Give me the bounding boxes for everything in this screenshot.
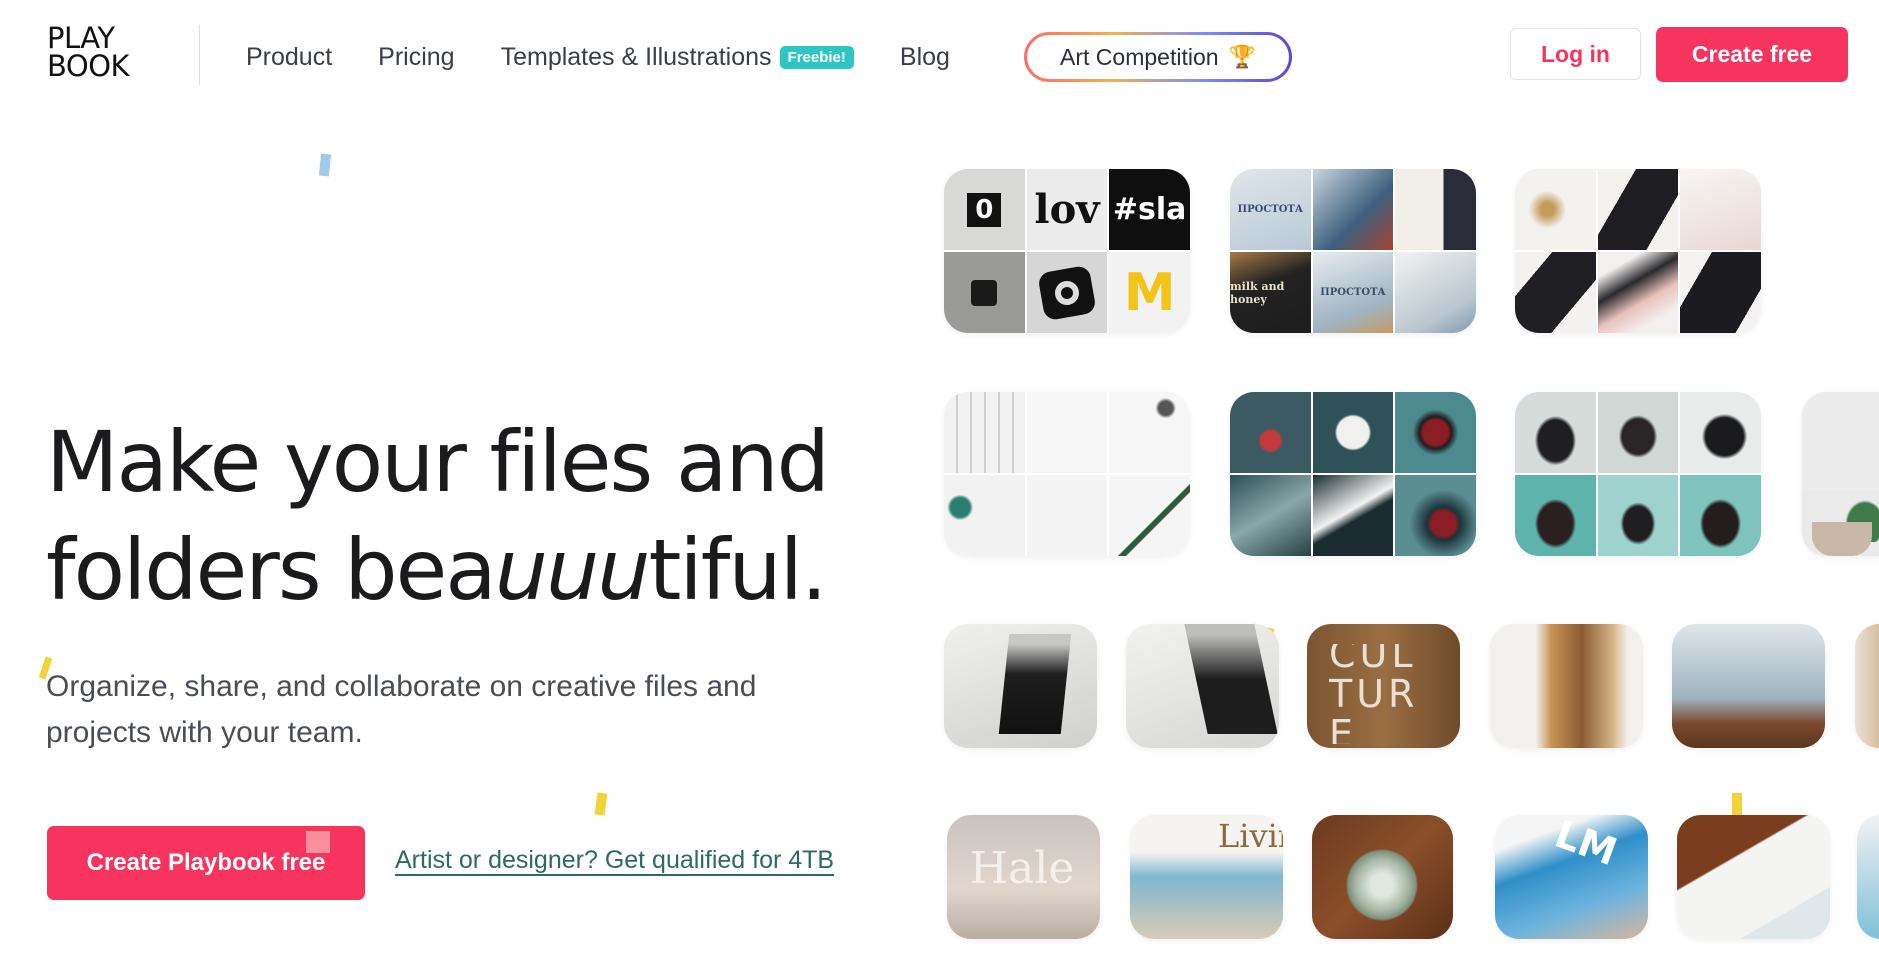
photo-tile-livin[interactable]: Livin <box>1130 815 1283 939</box>
tile-cell <box>1026 475 1108 556</box>
art-competition-inner: Art Competition 🏆 <box>1027 35 1289 79</box>
tile-cell <box>1597 169 1679 250</box>
photo-tile-culture[interactable]: CULTURE <box>1307 624 1460 748</box>
tile-cell <box>1597 475 1679 556</box>
photo-tile-partial-4[interactable] <box>1857 815 1879 939</box>
tile-cell-text: lov <box>1034 186 1100 233</box>
confetti-yellow-4 <box>1732 793 1742 815</box>
photo-tile-lm[interactable]: LM <box>1495 815 1648 939</box>
create-free-button[interactable]: Create free <box>1656 27 1848 82</box>
magazine-photo <box>998 634 1072 734</box>
tile-cell: 0 <box>944 169 1025 250</box>
culture-text: CULTURE <box>1329 644 1419 744</box>
nav-templates[interactable]: Templates & Illustrations <box>501 43 772 72</box>
tile-cell <box>1395 252 1476 333</box>
photo-tile-tree[interactable] <box>1672 624 1825 748</box>
photo-tile-partial-3[interactable] <box>1855 624 1879 748</box>
tile-cell <box>1312 475 1394 556</box>
photo-tile-people[interactable] <box>1490 624 1643 748</box>
site-header: PLAY BOOK Product Pricing Templates & Il… <box>0 0 1879 110</box>
magazine-photo <box>1184 624 1278 734</box>
tile-cell <box>1395 169 1476 250</box>
photo-tile-magazine-1[interactable] <box>944 624 1097 748</box>
apple-icon <box>944 252 1025 333</box>
tile-cell <box>1515 392 1596 473</box>
tile-cell <box>1395 475 1476 556</box>
logo-line-2: BOOK <box>47 49 130 83</box>
lm-text: LM <box>1549 815 1623 875</box>
confetti-yellow-2 <box>594 792 608 816</box>
folder-tile-books[interactable]: ПРОСТОТА milk and honey ПРОСТОТА <box>1230 169 1476 333</box>
tile-cell-text: #sla <box>1112 192 1187 227</box>
hero-subtitle: Organize, share, and collaborate on crea… <box>46 670 757 749</box>
photo-tile-succulent[interactable] <box>1312 815 1453 939</box>
tile-cell: M <box>1109 252 1190 333</box>
tile-cell <box>1680 475 1761 556</box>
folder-tile-notebooks[interactable] <box>1515 169 1761 333</box>
main-nav: Product Pricing Templates & Illustration… <box>246 40 996 74</box>
trophy-icon: 🏆 <box>1228 44 1256 69</box>
header-divider <box>199 25 200 85</box>
tile-cell <box>1515 475 1596 556</box>
tile-cell <box>1395 392 1476 473</box>
tile-cell <box>1680 169 1761 250</box>
tile-cell <box>1026 392 1108 473</box>
photo-tile-hale[interactable]: Hale <box>947 815 1100 939</box>
folder-tile-teal[interactable] <box>1230 392 1476 556</box>
pot-icon <box>1812 522 1872 556</box>
login-button[interactable]: Log in <box>1510 28 1641 80</box>
confetti-blue <box>318 153 332 177</box>
photo-tile-wood[interactable] <box>1677 815 1830 939</box>
tile-cell <box>1230 392 1311 473</box>
tile-cell <box>1680 252 1761 333</box>
tile-cell <box>1230 475 1311 556</box>
folder-tile-plant-partial[interactable] <box>1802 392 1879 556</box>
tile-cell <box>1515 252 1596 333</box>
tile-cell-text: milk and honey <box>1230 279 1285 306</box>
folder-tile-desk[interactable] <box>944 392 1190 556</box>
tile-cell <box>1515 169 1596 250</box>
hale-text: Hale <box>969 842 1075 894</box>
succulent-icon <box>1342 845 1422 925</box>
tile-cell <box>1597 392 1679 473</box>
tile-cell <box>1312 392 1394 473</box>
nav-pricing[interactable]: Pricing <box>378 43 454 72</box>
nav-blog[interactable]: Blog <box>900 43 950 72</box>
photo-tile-magazine-2[interactable] <box>1126 624 1279 748</box>
hero-title-line-2a: folders bea <box>46 521 497 619</box>
livin-text: Livin <box>1218 817 1283 855</box>
artist-qualify-link[interactable]: Artist or designer? Get qualified for 4T… <box>395 846 834 875</box>
hero-title-line-1: Make your files and <box>46 413 830 511</box>
tile-cell <box>1312 169 1394 250</box>
freebie-badge: Freebie! <box>779 45 854 69</box>
tile-cell-text: 0 <box>967 192 1002 227</box>
tile-cell <box>1109 475 1190 556</box>
tile-cell: lov <box>1026 169 1108 250</box>
logo-line-1: PLAY <box>47 21 115 55</box>
tile-cell <box>1109 392 1190 473</box>
tile-cell <box>1680 392 1761 473</box>
tile-cell: ПРОСТОТА <box>1312 252 1394 333</box>
keyboard-icon <box>944 392 1025 473</box>
playbook-logo[interactable]: PLAY BOOK <box>47 21 130 83</box>
tile-cell <box>1597 252 1679 333</box>
hero-title-line-2c: tiful. <box>648 521 828 619</box>
confetti-pink-cta <box>306 831 330 853</box>
tile-cell <box>944 475 1025 556</box>
art-competition-label: Art Competition <box>1060 43 1219 70</box>
tile-cell: milk and honey <box>1230 252 1311 333</box>
tile-cell-text: ПРОСТОТА <box>1237 204 1304 215</box>
tile-cell: ПРОСТОТА <box>1230 169 1311 250</box>
folder-tile-portraits[interactable] <box>1515 392 1761 556</box>
tile-cell: #sla <box>1109 169 1190 250</box>
hero-title-italic: uuu <box>494 521 651 619</box>
folder-tile-brands[interactable]: 0 lov #sla M <box>944 169 1190 333</box>
tile-cell-text: ПРОСТОТА <box>1320 287 1386 298</box>
nav-product[interactable]: Product <box>246 43 332 72</box>
hero-title: Make your files and folders beauuutiful. <box>46 408 946 624</box>
tile-cell-text: M <box>1123 262 1176 323</box>
camera-icon <box>1026 252 1108 333</box>
art-competition-button[interactable]: Art Competition 🏆 <box>1024 32 1292 82</box>
